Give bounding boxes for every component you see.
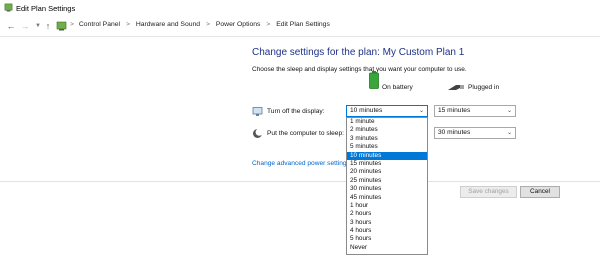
display-icon xyxy=(252,107,263,116)
display-plugged-select[interactable]: 15 minutes ⌄ xyxy=(434,105,516,117)
dropdown-option[interactable]: 20 minutes xyxy=(347,168,427,176)
sleep-plugged-select[interactable]: 30 minutes ⌄ xyxy=(434,127,516,139)
plug-icon xyxy=(448,85,464,90)
display-plugged-value: 15 minutes xyxy=(438,107,471,114)
breadcrumb: > Control Panel > Hardware and Sound > P… xyxy=(70,21,330,31)
dropdown-option[interactable]: 1 hour xyxy=(347,202,427,210)
title-bar: Edit Plan Settings xyxy=(0,0,600,16)
dropdown-option[interactable]: 3 minutes xyxy=(347,135,427,143)
sleep-plugged-value: 30 minutes xyxy=(438,129,471,136)
dropdown-option[interactable]: 4 hours xyxy=(347,227,427,235)
dropdown-option[interactable]: 2 minutes xyxy=(347,126,427,134)
power-options-icon xyxy=(4,3,13,12)
window-title: Edit Plan Settings xyxy=(16,4,76,13)
divider xyxy=(0,181,600,182)
breadcrumb-edit-plan-settings[interactable]: Edit Plan Settings xyxy=(276,21,330,28)
column-on-battery: On battery xyxy=(382,84,413,91)
dropdown-option[interactable]: 2 hours xyxy=(347,210,427,218)
dropdown-option[interactable]: Never xyxy=(347,244,427,252)
dropdown-option[interactable]: 3 hours xyxy=(347,219,427,227)
dropdown-option[interactable]: 30 minutes xyxy=(347,185,427,193)
page-subtitle: Choose the sleep and display settings th… xyxy=(252,66,467,73)
display-battery-select[interactable]: 10 minutes ⌄ xyxy=(346,105,428,117)
display-timeout-label: Turn off the display: xyxy=(267,108,325,115)
dropdown-option[interactable]: 25 minutes xyxy=(347,177,427,185)
dropdown-option[interactable]: 5 minutes xyxy=(347,143,427,151)
arrow-up-icon[interactable]: ↑ xyxy=(43,21,53,31)
sleep-timeout-label: Put the computer to sleep: xyxy=(267,130,344,137)
breadcrumb-separator: > xyxy=(70,21,74,28)
breadcrumb-separator: > xyxy=(266,21,271,28)
dropdown-option[interactable]: 1 minute xyxy=(347,118,427,126)
arrow-left-icon[interactable]: ← xyxy=(6,21,16,31)
dropdown-option[interactable]: 10 minutes xyxy=(347,151,427,160)
control-panel-icon xyxy=(56,21,67,31)
column-plugged-in: Plugged in xyxy=(468,84,500,91)
display-battery-dropdown-list[interactable]: 1 minute 2 minutes 3 minutes 5 minutes 10 mi… xyxy=(346,117,428,255)
dropdown-option[interactable]: 45 minutes xyxy=(347,194,427,202)
address-bar: ← → ▼ ↑ > Control Panel > Hardware and S… xyxy=(0,16,600,37)
chevron-down-icon[interactable]: ▼ xyxy=(33,21,43,31)
cancel-button[interactable]: Cancel xyxy=(520,186,560,198)
advanced-power-settings-link[interactable]: Change advanced power settings xyxy=(252,160,350,167)
battery-icon xyxy=(369,71,379,89)
chevron-down-icon: ⌄ xyxy=(506,108,512,114)
sleep-moon-icon xyxy=(253,128,263,138)
breadcrumb-power-options[interactable]: Power Options xyxy=(216,21,261,28)
save-changes-button[interactable]: Save changes xyxy=(460,186,517,198)
dropdown-option[interactable]: 5 hours xyxy=(347,235,427,243)
display-battery-value: 10 minutes xyxy=(350,107,383,114)
breadcrumb-control-panel[interactable]: Control Panel xyxy=(79,21,120,28)
arrow-right-icon[interactable]: → xyxy=(20,21,30,31)
breadcrumb-hardware-and-sound[interactable]: Hardware and Sound xyxy=(136,21,200,28)
dropdown-option[interactable]: 15 minutes xyxy=(347,160,427,168)
chevron-down-icon: ⌄ xyxy=(418,108,424,114)
breadcrumb-separator: > xyxy=(205,21,210,28)
chevron-down-icon: ⌄ xyxy=(506,130,512,136)
breadcrumb-separator: > xyxy=(125,21,130,28)
page-title: Change settings for the plan: My Custom … xyxy=(252,47,465,58)
